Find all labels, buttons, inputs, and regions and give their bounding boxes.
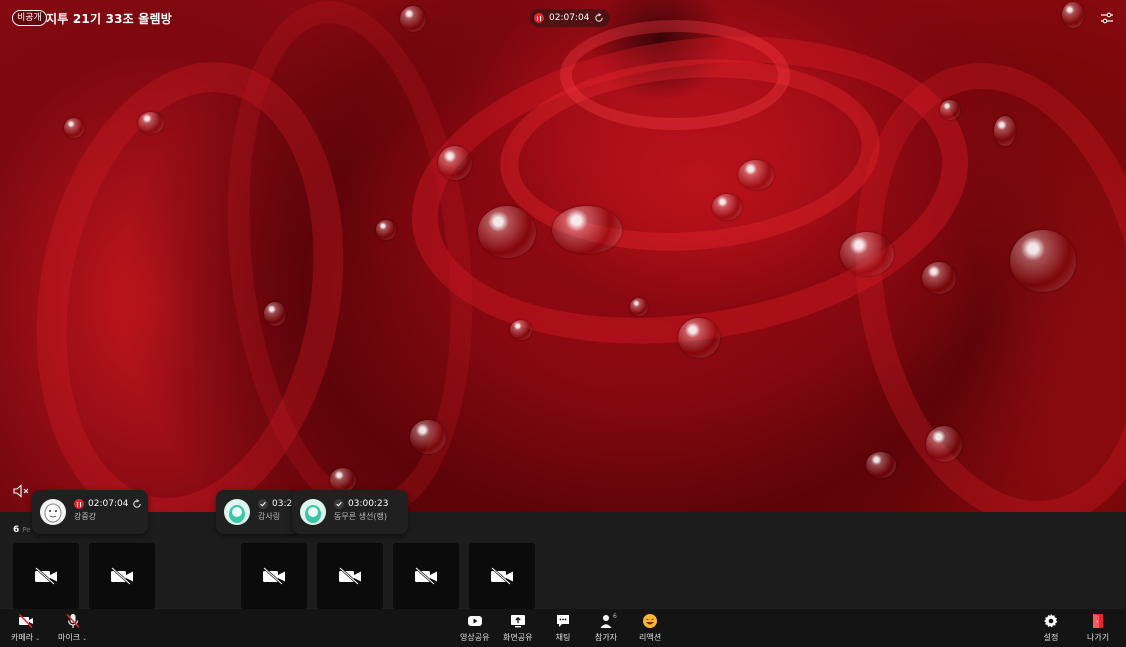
person-icon	[600, 615, 612, 628]
exit-door-icon	[1093, 614, 1104, 628]
youtube-play-icon	[467, 616, 482, 626]
camera-off-icon	[18, 613, 33, 629]
camera-off-icon	[263, 567, 285, 585]
session-timer-text: 02:07:04	[549, 13, 590, 23]
screen-share-button[interactable]: 화면공유	[503, 613, 532, 643]
participant-tile[interactable]	[317, 543, 383, 609]
card-timer: 03:00:23	[348, 499, 389, 509]
chat-bubble-icon	[557, 615, 569, 627]
chevron-down-icon[interactable]: ⌄	[82, 635, 87, 642]
camera-off-icon	[415, 567, 437, 585]
settings-button[interactable]: 설정	[1043, 613, 1059, 643]
camera-off-icon	[339, 567, 361, 585]
mic-label: 마이크	[58, 633, 81, 642]
card-name: 강중강	[74, 512, 97, 521]
mic-button[interactable]: 마이크 ⌄	[58, 613, 87, 643]
participant-tile[interactable]	[13, 543, 79, 609]
card-timer: 02:07:04	[88, 499, 129, 509]
card-name: 동무른 생선(랭)	[334, 512, 387, 521]
participants-count-badge: 6	[613, 613, 617, 620]
shared-video-stage	[0, 0, 1126, 512]
timer-card-kangjunggang[interactable]: 02:07:04 강중강	[32, 490, 148, 534]
reaction-button[interactable]: 리액션	[639, 613, 661, 643]
participant-strip: 6 Pe	[0, 512, 1126, 609]
sliders-icon[interactable]	[1100, 11, 1114, 25]
video-share-label: 영상공유	[460, 633, 490, 642]
participant-tile[interactable]	[89, 543, 155, 609]
camera-off-icon	[111, 567, 133, 585]
leave-button[interactable]: 나가기	[1087, 613, 1109, 643]
participant-count: 6 Pe	[13, 525, 31, 535]
mic-off-icon	[65, 613, 80, 629]
chevron-down-icon[interactable]: ⌄	[35, 635, 40, 642]
avatar	[224, 499, 250, 525]
check-icon	[258, 499, 268, 509]
video-share-button[interactable]: 영상공유	[460, 613, 489, 643]
participant-tile[interactable]	[469, 543, 535, 609]
character-avatar-icon	[305, 505, 321, 523]
bottom-toolbar: 카메라 ⌄ 마이크 ⌄ 영상공유 화면공유 채팅 6 참가자 리액션 설정 나가…	[0, 609, 1126, 647]
participants-button[interactable]: 6 참가자	[595, 613, 617, 643]
pause-icon[interactable]	[74, 499, 84, 509]
character-avatar-icon	[229, 505, 245, 523]
top-bar: 비공개 지투 21기 33조 올렘방 02:07:04	[0, 0, 1126, 36]
leave-label: 나가기	[1087, 633, 1110, 642]
participant-tile[interactable]	[393, 543, 459, 609]
settings-label: 설정	[1043, 633, 1059, 642]
refresh-icon[interactable]	[132, 499, 142, 509]
session-timer-pill[interactable]: 02:07:04	[530, 9, 611, 27]
timer-card-dongmureun[interactable]: 03:00:23 동무른 생선(랭)	[292, 490, 408, 534]
gear-icon	[1044, 614, 1058, 628]
pause-icon[interactable]	[534, 13, 544, 23]
participant-tile[interactable]	[241, 543, 307, 609]
camera-off-icon	[35, 567, 57, 585]
timer-card-gamsaring[interactable]: 03:21 감사링	[216, 490, 300, 534]
reaction-label: 리액션	[639, 633, 662, 642]
camera-button[interactable]: 카메라 ⌄	[11, 613, 40, 643]
laughing-emoji-icon	[643, 614, 658, 628]
camera-label: 카메라	[11, 633, 34, 642]
chat-button[interactable]: 채팅	[555, 613, 571, 643]
screen-share-label: 화면공유	[503, 633, 533, 642]
speaker-muted-icon[interactable]	[13, 484, 31, 498]
privacy-badge: 비공개	[12, 10, 47, 26]
avatar	[40, 499, 66, 525]
participants-label: 참가자	[595, 633, 618, 642]
screen-share-icon	[510, 615, 525, 628]
room-title: 지투 21기 33조 올렘방	[46, 12, 173, 26]
chat-label: 채팅	[555, 633, 571, 642]
refresh-icon[interactable]	[594, 13, 604, 23]
avatar	[300, 499, 326, 525]
check-icon	[334, 499, 344, 509]
card-name: 감사링	[258, 512, 281, 521]
character-avatar-icon	[44, 503, 62, 523]
camera-off-icon	[491, 567, 513, 585]
